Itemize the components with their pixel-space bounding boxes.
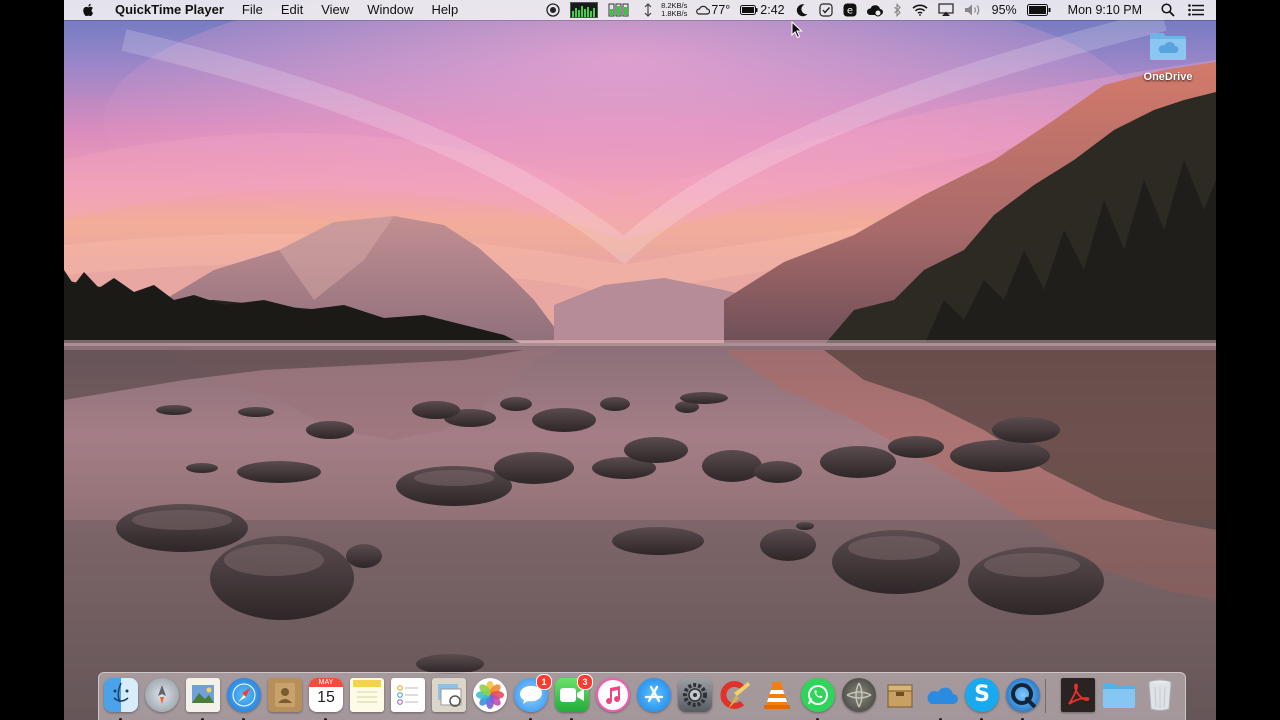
net-download-speed: 1.8KB/s: [661, 9, 688, 18]
dock-facetime[interactable]: 3: [554, 674, 593, 720]
dock-app-store[interactable]: [636, 677, 672, 713]
tasks-check-icon[interactable]: [819, 0, 833, 20]
vlc-icon: [760, 678, 794, 712]
app-store-icon: [637, 678, 671, 712]
night-mode-icon[interactable]: [795, 0, 809, 20]
desktop-item-label: OneDrive: [1143, 71, 1193, 83]
wifi-icon[interactable]: [912, 0, 928, 20]
dock-trash[interactable]: [1142, 677, 1178, 713]
dock-calendar[interactable]: MAY 15: [308, 677, 344, 720]
compressor-icon: [842, 678, 876, 712]
creative-cloud-icon[interactable]: [866, 0, 883, 20]
quicktime-icon: [1006, 678, 1040, 712]
dock-ccleaner[interactable]: [718, 677, 754, 713]
dock-archive-utility[interactable]: [882, 677, 918, 713]
safari-icon: [227, 678, 261, 712]
launchpad-icon: [145, 678, 179, 712]
folder-icon: [1102, 678, 1136, 712]
mouse-cursor-icon: [791, 21, 803, 39]
desktop-item-onedrive[interactable]: OneDrive: [1136, 30, 1200, 83]
preview-icon: [186, 678, 220, 712]
messages-badge: 1: [536, 674, 552, 690]
menu-bar: QuickTime Player File Edit View Window H…: [64, 0, 1216, 20]
e-app-icon[interactable]: e: [843, 0, 857, 20]
clock-text[interactable]: Mon 9:10 PM: [1068, 3, 1142, 17]
finder-icon: [104, 678, 138, 712]
dock-vlc[interactable]: [759, 677, 795, 713]
acrobat-icon: [1061, 678, 1095, 712]
disk-activity-icon[interactable]: [644, 0, 652, 20]
system-preferences-icon: [678, 678, 712, 712]
dock-reminders[interactable]: [390, 677, 426, 713]
onedrive-icon: [924, 678, 958, 712]
archive-icon: [883, 678, 917, 712]
ccleaner-icon: [719, 678, 753, 712]
dock-compressor[interactable]: [841, 677, 877, 713]
spotlight-search-icon[interactable]: [1161, 0, 1175, 20]
dock-launchpad[interactable]: [144, 677, 180, 713]
dock-documents-folder[interactable]: [1101, 677, 1137, 713]
reminders-icon: [391, 678, 425, 712]
dock-preview-documents[interactable]: [431, 677, 467, 713]
dock-contacts[interactable]: [267, 677, 303, 713]
menu-edit[interactable]: Edit: [272, 0, 312, 20]
volume-icon[interactable]: [964, 0, 982, 20]
dock-skype[interactable]: S: [964, 677, 1000, 720]
menu-help[interactable]: Help: [422, 0, 467, 20]
apple-logo-icon[interactable]: [64, 0, 106, 20]
menu-view[interactable]: View: [312, 0, 358, 20]
dock-finder[interactable]: [103, 677, 139, 720]
airplay-icon[interactable]: [938, 0, 954, 20]
preview-docs-icon: [432, 678, 466, 712]
dock-photos[interactable]: [472, 677, 508, 713]
whatsapp-icon: [801, 678, 835, 712]
dock-notes[interactable]: [349, 677, 385, 713]
dock-separator: [1045, 679, 1046, 713]
cpu-monitor-icon[interactable]: [570, 0, 599, 20]
dock-safari[interactable]: [226, 677, 262, 720]
notification-center-icon[interactable]: [1188, 0, 1204, 20]
cloud-temp-icon: [696, 0, 711, 20]
desktop-screen: QuickTime Player File Edit View Window H…: [64, 0, 1216, 720]
bluetooth-icon[interactable]: [893, 0, 902, 20]
calendar-icon: MAY 15: [309, 678, 343, 712]
dock-messages[interactable]: 1: [513, 674, 552, 720]
menu-file[interactable]: File: [233, 0, 272, 20]
desktop-wallpaper: [64, 0, 1216, 720]
dock-onedrive[interactable]: [923, 677, 959, 720]
battery-percent-text[interactable]: 95%: [992, 3, 1017, 17]
calendar-month: MAY: [309, 678, 343, 687]
battery-small-icon: [740, 0, 758, 20]
dock-itunes[interactable]: [595, 677, 631, 713]
itunes-icon: [596, 678, 630, 712]
battery-time-text[interactable]: 2:42: [760, 3, 784, 17]
screen-record-icon[interactable]: [546, 0, 560, 20]
menu-window[interactable]: Window: [358, 0, 422, 20]
facetime-badge: 3: [577, 674, 593, 690]
memory-monitor-icon[interactable]: [608, 0, 634, 20]
notes-icon: [350, 678, 384, 712]
svg-text:e: e: [847, 6, 853, 17]
battery-icon[interactable]: [1026, 0, 1051, 20]
dock-system-preferences[interactable]: [677, 677, 713, 713]
contacts-icon: [268, 678, 302, 712]
photos-icon: [473, 678, 507, 712]
dock-whatsapp[interactable]: [800, 677, 836, 720]
onedrive-folder-icon: [1148, 30, 1188, 62]
calendar-day: 15: [317, 689, 335, 706]
dock-acrobat[interactable]: [1060, 677, 1096, 713]
dock-preview[interactable]: [185, 677, 221, 720]
network-speed[interactable]: 8.2KB/s 1.8KB/s: [661, 2, 687, 18]
trash-icon: [1143, 678, 1177, 712]
temperature-text[interactable]: 77°: [711, 3, 730, 17]
dock: MAY 15 1 3 S: [98, 672, 1186, 720]
dock-quicktime[interactable]: [1005, 677, 1041, 720]
menu-app-name[interactable]: QuickTime Player: [106, 0, 233, 20]
skype-icon: S: [965, 678, 999, 712]
